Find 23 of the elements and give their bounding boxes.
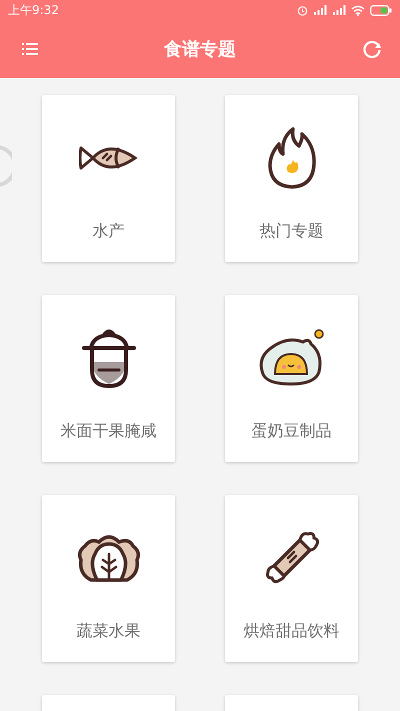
flame-icon: [266, 126, 316, 190]
menu-icon[interactable]: [22, 42, 38, 56]
category-label: 蛋奶豆制品: [252, 421, 332, 442]
category-label: 米面干果腌咸: [60, 421, 156, 442]
category-card[interactable]: 米面干果腌咸: [42, 295, 175, 462]
signal-icon: [332, 5, 346, 15]
category-card[interactable]: 蛋奶豆制品: [225, 295, 358, 462]
alarm-icon: [297, 4, 308, 16]
status-time: 上午9:32: [8, 2, 59, 18]
category-label: 热门专题: [260, 221, 324, 242]
signal-icon: [313, 5, 327, 15]
category-card[interactable]: 蔬菜水果: [42, 495, 175, 662]
category-label: 水产: [92, 221, 124, 242]
category-card[interactable]: 热门专题: [225, 95, 358, 262]
category-card[interactable]: 烘焙甜品饮料: [225, 495, 358, 662]
refresh-icon[interactable]: [362, 39, 382, 59]
wifi-icon: [351, 4, 365, 16]
egg-icon: [256, 328, 326, 388]
category-label: 烘焙甜品饮料: [244, 621, 340, 642]
category-label: 蔬菜水果: [76, 621, 140, 642]
battery-icon: [370, 4, 392, 16]
page-title: 食谱专题: [164, 38, 236, 61]
category-card[interactable]: 水产: [42, 95, 175, 262]
